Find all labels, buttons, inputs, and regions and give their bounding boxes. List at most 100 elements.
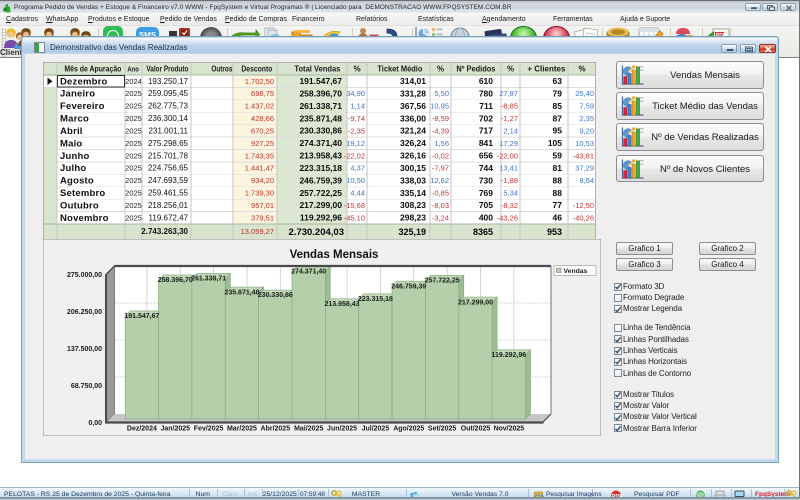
svg-text:769: 769: [479, 188, 493, 198]
svg-text:191.547,67: 191.547,67: [124, 313, 159, 320]
svg-text:88: 88: [553, 188, 563, 198]
svg-text:Jan/2025: Jan/2025: [160, 426, 190, 433]
svg-text:4,37: 4,37: [350, 164, 365, 173]
svg-text:Mar/2025: Mar/2025: [227, 426, 257, 433]
svg-text:-43,81: -43,81: [573, 151, 594, 160]
svg-text:-0,85: -0,85: [432, 189, 449, 198]
svg-text:Vendas Mensais: Vendas Mensais: [290, 249, 379, 261]
svg-text:-45,10: -45,10: [344, 213, 365, 222]
svg-text:5,50: 5,50: [434, 89, 449, 98]
svg-text:246.759,39: 246.759,39: [299, 175, 342, 185]
svg-text:Vendas: Vendas: [564, 268, 588, 275]
svg-text:934,20: 934,20: [251, 176, 274, 185]
svg-text:705: 705: [479, 200, 493, 210]
svg-text:224.756,65: 224.756,65: [148, 164, 189, 173]
svg-text:656: 656: [479, 151, 493, 161]
svg-text:Mai/2025: Mai/2025: [294, 426, 323, 433]
svg-text:258.396,70: 258.396,70: [158, 277, 193, 284]
svg-text:257.722,25: 257.722,25: [299, 188, 342, 198]
svg-text:Dezembro: Dezembro: [60, 76, 108, 87]
svg-text:257.722,25: 257.722,25: [425, 278, 460, 285]
svg-text:711: 711: [479, 101, 493, 111]
svg-text:37,29: 37,29: [575, 164, 594, 173]
svg-text:261.338,71: 261.338,71: [191, 276, 226, 283]
svg-text:213.958,43: 213.958,43: [325, 301, 360, 308]
svg-text:1,14: 1,14: [350, 102, 365, 111]
svg-text:191.547,67: 191.547,67: [299, 76, 342, 86]
svg-text:-8,59: -8,59: [432, 114, 449, 123]
svg-text:87: 87: [553, 113, 563, 123]
svg-text:698,75: 698,75: [251, 89, 274, 98]
svg-text:4,44: 4,44: [350, 189, 365, 198]
svg-text:314,01: 314,01: [400, 76, 426, 86]
svg-text:326,16: 326,16: [400, 151, 426, 161]
svg-text:274.371,40: 274.371,40: [299, 138, 342, 148]
svg-text:10,53: 10,53: [575, 139, 594, 148]
svg-text:246.759,39: 246.759,39: [391, 283, 426, 290]
svg-text:Janeiro: Janeiro: [60, 89, 95, 100]
svg-text:717: 717: [479, 126, 493, 136]
svg-text:Ticket Médio: Ticket Médio: [377, 65, 422, 74]
svg-text:8365: 8365: [473, 227, 493, 237]
svg-text:Total Vendas: Total Vendas: [294, 65, 341, 74]
svg-text:-0,02: -0,02: [432, 151, 449, 160]
svg-text:Marco: Marco: [60, 114, 89, 125]
svg-text:2025: 2025: [125, 102, 142, 111]
svg-text:2025: 2025: [125, 176, 142, 185]
svg-text:927,25: 927,25: [251, 139, 274, 148]
svg-text:321,24: 321,24: [400, 126, 426, 136]
svg-text:-43,26: -43,26: [497, 213, 518, 222]
svg-text:218.256,01: 218.256,01: [148, 201, 189, 210]
svg-text:95: 95: [553, 126, 563, 136]
svg-text:400: 400: [479, 213, 493, 223]
svg-text:2025: 2025: [125, 213, 142, 222]
svg-text:63: 63: [553, 76, 563, 86]
svg-text:1.739,30: 1.739,30: [245, 189, 274, 198]
svg-text:119.292,96: 119.292,96: [300, 213, 342, 223]
svg-text:2025: 2025: [125, 151, 142, 160]
svg-text:-3,24: -3,24: [432, 213, 449, 222]
svg-text:%: %: [578, 65, 585, 74]
svg-text:Agosto: Agosto: [60, 176, 94, 187]
svg-text:79: 79: [553, 88, 563, 98]
svg-text:610: 610: [479, 76, 493, 86]
svg-text:336,00: 336,00: [400, 113, 426, 123]
svg-text:300,15: 300,15: [400, 163, 426, 173]
svg-text:Jul/2025: Jul/2025: [362, 426, 390, 433]
svg-text:259.461,55: 259.461,55: [148, 189, 189, 198]
svg-text:428,66: 428,66: [251, 114, 274, 123]
svg-text:%: %: [437, 65, 444, 74]
svg-text:10,50: 10,50: [346, 176, 365, 185]
svg-text:275.298,65: 275.298,65: [148, 139, 189, 148]
svg-text:730: 730: [479, 175, 493, 185]
svg-text:2,35: 2,35: [579, 114, 594, 123]
svg-text:223.315,18: 223.315,18: [299, 163, 342, 173]
svg-text:10,95: 10,95: [430, 102, 449, 111]
svg-text:247.693,59: 247.693,59: [148, 176, 189, 185]
svg-text:957,01: 957,01: [251, 201, 274, 210]
svg-text:Nov/2025: Nov/2025: [493, 426, 524, 433]
svg-text:85: 85: [553, 101, 563, 111]
svg-text:5,34: 5,34: [503, 189, 518, 198]
svg-text:193.250,17: 193.250,17: [148, 77, 189, 86]
svg-text:Junho: Junho: [60, 151, 90, 162]
svg-text:Novembro: Novembro: [60, 213, 109, 224]
svg-text:Desconto: Desconto: [241, 65, 272, 74]
svg-text:231.001,11: 231.001,11: [149, 126, 189, 135]
svg-text:1.441,47: 1.441,47: [245, 164, 274, 173]
svg-text:2024: 2024: [125, 77, 142, 86]
svg-text:Maio: Maio: [60, 138, 82, 149]
svg-text:335,14: 335,14: [400, 188, 426, 198]
svg-text:Setembro: Setembro: [60, 188, 105, 199]
svg-text:Ago/2025: Ago/2025: [393, 426, 424, 433]
svg-text:2025: 2025: [125, 201, 142, 210]
svg-text:780: 780: [479, 88, 493, 98]
svg-text:119.672,47: 119.672,47: [149, 213, 189, 222]
svg-text:-4,39: -4,39: [432, 126, 449, 135]
svg-text:2025: 2025: [125, 126, 142, 135]
svg-text:2.730.204,03: 2.730.204,03: [289, 227, 344, 238]
svg-text:7,59: 7,59: [579, 102, 594, 111]
svg-text:8,64: 8,64: [579, 176, 594, 185]
svg-text:1.743,35: 1.743,35: [245, 151, 274, 160]
svg-text:326,24: 326,24: [400, 138, 426, 148]
